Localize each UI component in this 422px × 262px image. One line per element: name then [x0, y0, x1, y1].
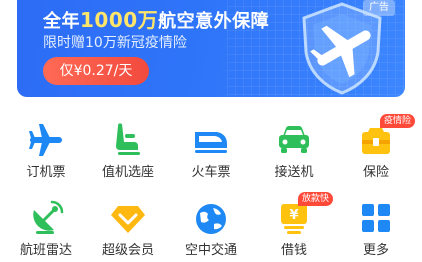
grid-item-label: 值机选座 [101, 165, 154, 180]
grid-item-label: 订机票 [26, 165, 66, 180]
globe-icon [196, 204, 226, 234]
grid-item-label: 更多 [362, 243, 389, 258]
grid-item-label: 火车票 [191, 165, 231, 180]
seat-icon [116, 123, 140, 155]
banner-title: 全年1000万航空意外保障 [43, 8, 270, 32]
grid-item-checkin[interactable]: 值机选座 [86, 116, 170, 188]
grid-item-label: 超级会员 [101, 243, 154, 258]
grid-item-loan[interactable]: ¥ 放款快 借钱 [252, 192, 336, 262]
grid-item-radar[interactable]: 航班雷达 [4, 194, 88, 262]
car-icon [279, 126, 309, 153]
train-icon [195, 132, 227, 153]
radar-icon [33, 200, 64, 234]
grid-item-vip[interactable]: 超级会员 [86, 194, 170, 262]
insurance-badge: 疫情险 [380, 114, 416, 128]
grid-item-insurance[interactable]: 疫情险 保险 [334, 114, 418, 188]
airplane-icon [29, 124, 62, 156]
grid-item-flight[interactable]: 订机票 [4, 116, 88, 188]
grid-item-label: 保险 [362, 165, 389, 180]
grid-item-transfer[interactable]: 接送机 [252, 116, 336, 188]
grid-item-label: 航班雷达 [19, 243, 72, 258]
grid-item-more[interactable]: 更多 [334, 194, 418, 262]
svg-text:¥: ¥ [289, 208, 298, 223]
grid-item-air-traffic[interactable]: 空中交通 [169, 194, 253, 262]
price-button[interactable]: 仅¥0.27/天 [43, 57, 149, 85]
diamond-icon [111, 206, 145, 233]
banner-subtitle: 限时赠10万新冠疫情险 [43, 35, 187, 51]
shield-plane-icon [302, 2, 382, 95]
more-grid-icon [362, 204, 390, 232]
grid-item-label: 空中交通 [184, 243, 237, 258]
banner-title-highlight: 1000万 [80, 8, 159, 32]
promo-banner[interactable]: 全年1000万航空意外保障 限时赠10万新冠疫情险 仅¥0.27/天 广告 [17, 0, 405, 97]
grid-item-train[interactable]: 火车票 [169, 116, 253, 188]
grid-item-label: 接送机 [274, 165, 314, 180]
grid-item-label: 借钱 [280, 243, 307, 258]
loan-badge: 放款快 [298, 192, 334, 206]
